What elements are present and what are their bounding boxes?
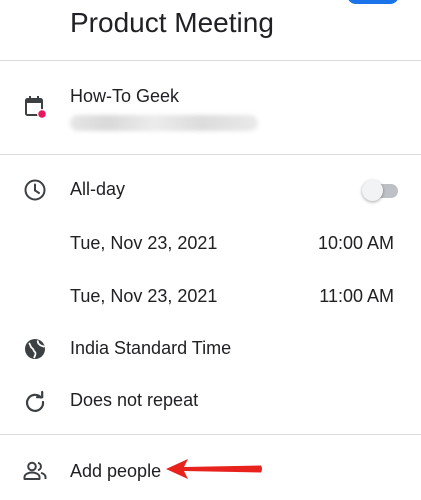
divider xyxy=(0,154,421,155)
add-people-button[interactable]: Add people xyxy=(70,459,161,483)
timezone[interactable]: India Standard Time xyxy=(70,336,231,360)
people-icon xyxy=(23,461,47,480)
end-date[interactable]: Tue, Nov 23, 2021 xyxy=(70,284,217,308)
repeat-option[interactable]: Does not repeat xyxy=(70,388,198,412)
calendar-icon xyxy=(25,96,47,119)
divider xyxy=(0,434,421,435)
annotation-arrow-icon xyxy=(166,459,262,479)
globe-icon xyxy=(25,339,45,359)
start-date[interactable]: Tue, Nov 23, 2021 xyxy=(70,231,217,255)
all-day-toggle[interactable] xyxy=(362,180,398,201)
all-day-label: All-day xyxy=(70,179,126,199)
divider xyxy=(0,60,421,61)
calendar-account-name[interactable]: How-To Geek xyxy=(70,84,179,108)
end-time[interactable]: 11:00 AM xyxy=(319,284,394,308)
calendar-account-email-redacted xyxy=(70,115,258,131)
clock-icon xyxy=(24,179,46,201)
event-title[interactable]: Product Meeting xyxy=(70,4,274,42)
calendar-color-dot xyxy=(38,110,46,118)
toggle-thumb xyxy=(362,180,383,201)
save-button[interactable] xyxy=(347,0,399,4)
repeat-icon xyxy=(26,390,45,412)
start-time[interactable]: 10:00 AM xyxy=(318,231,394,255)
